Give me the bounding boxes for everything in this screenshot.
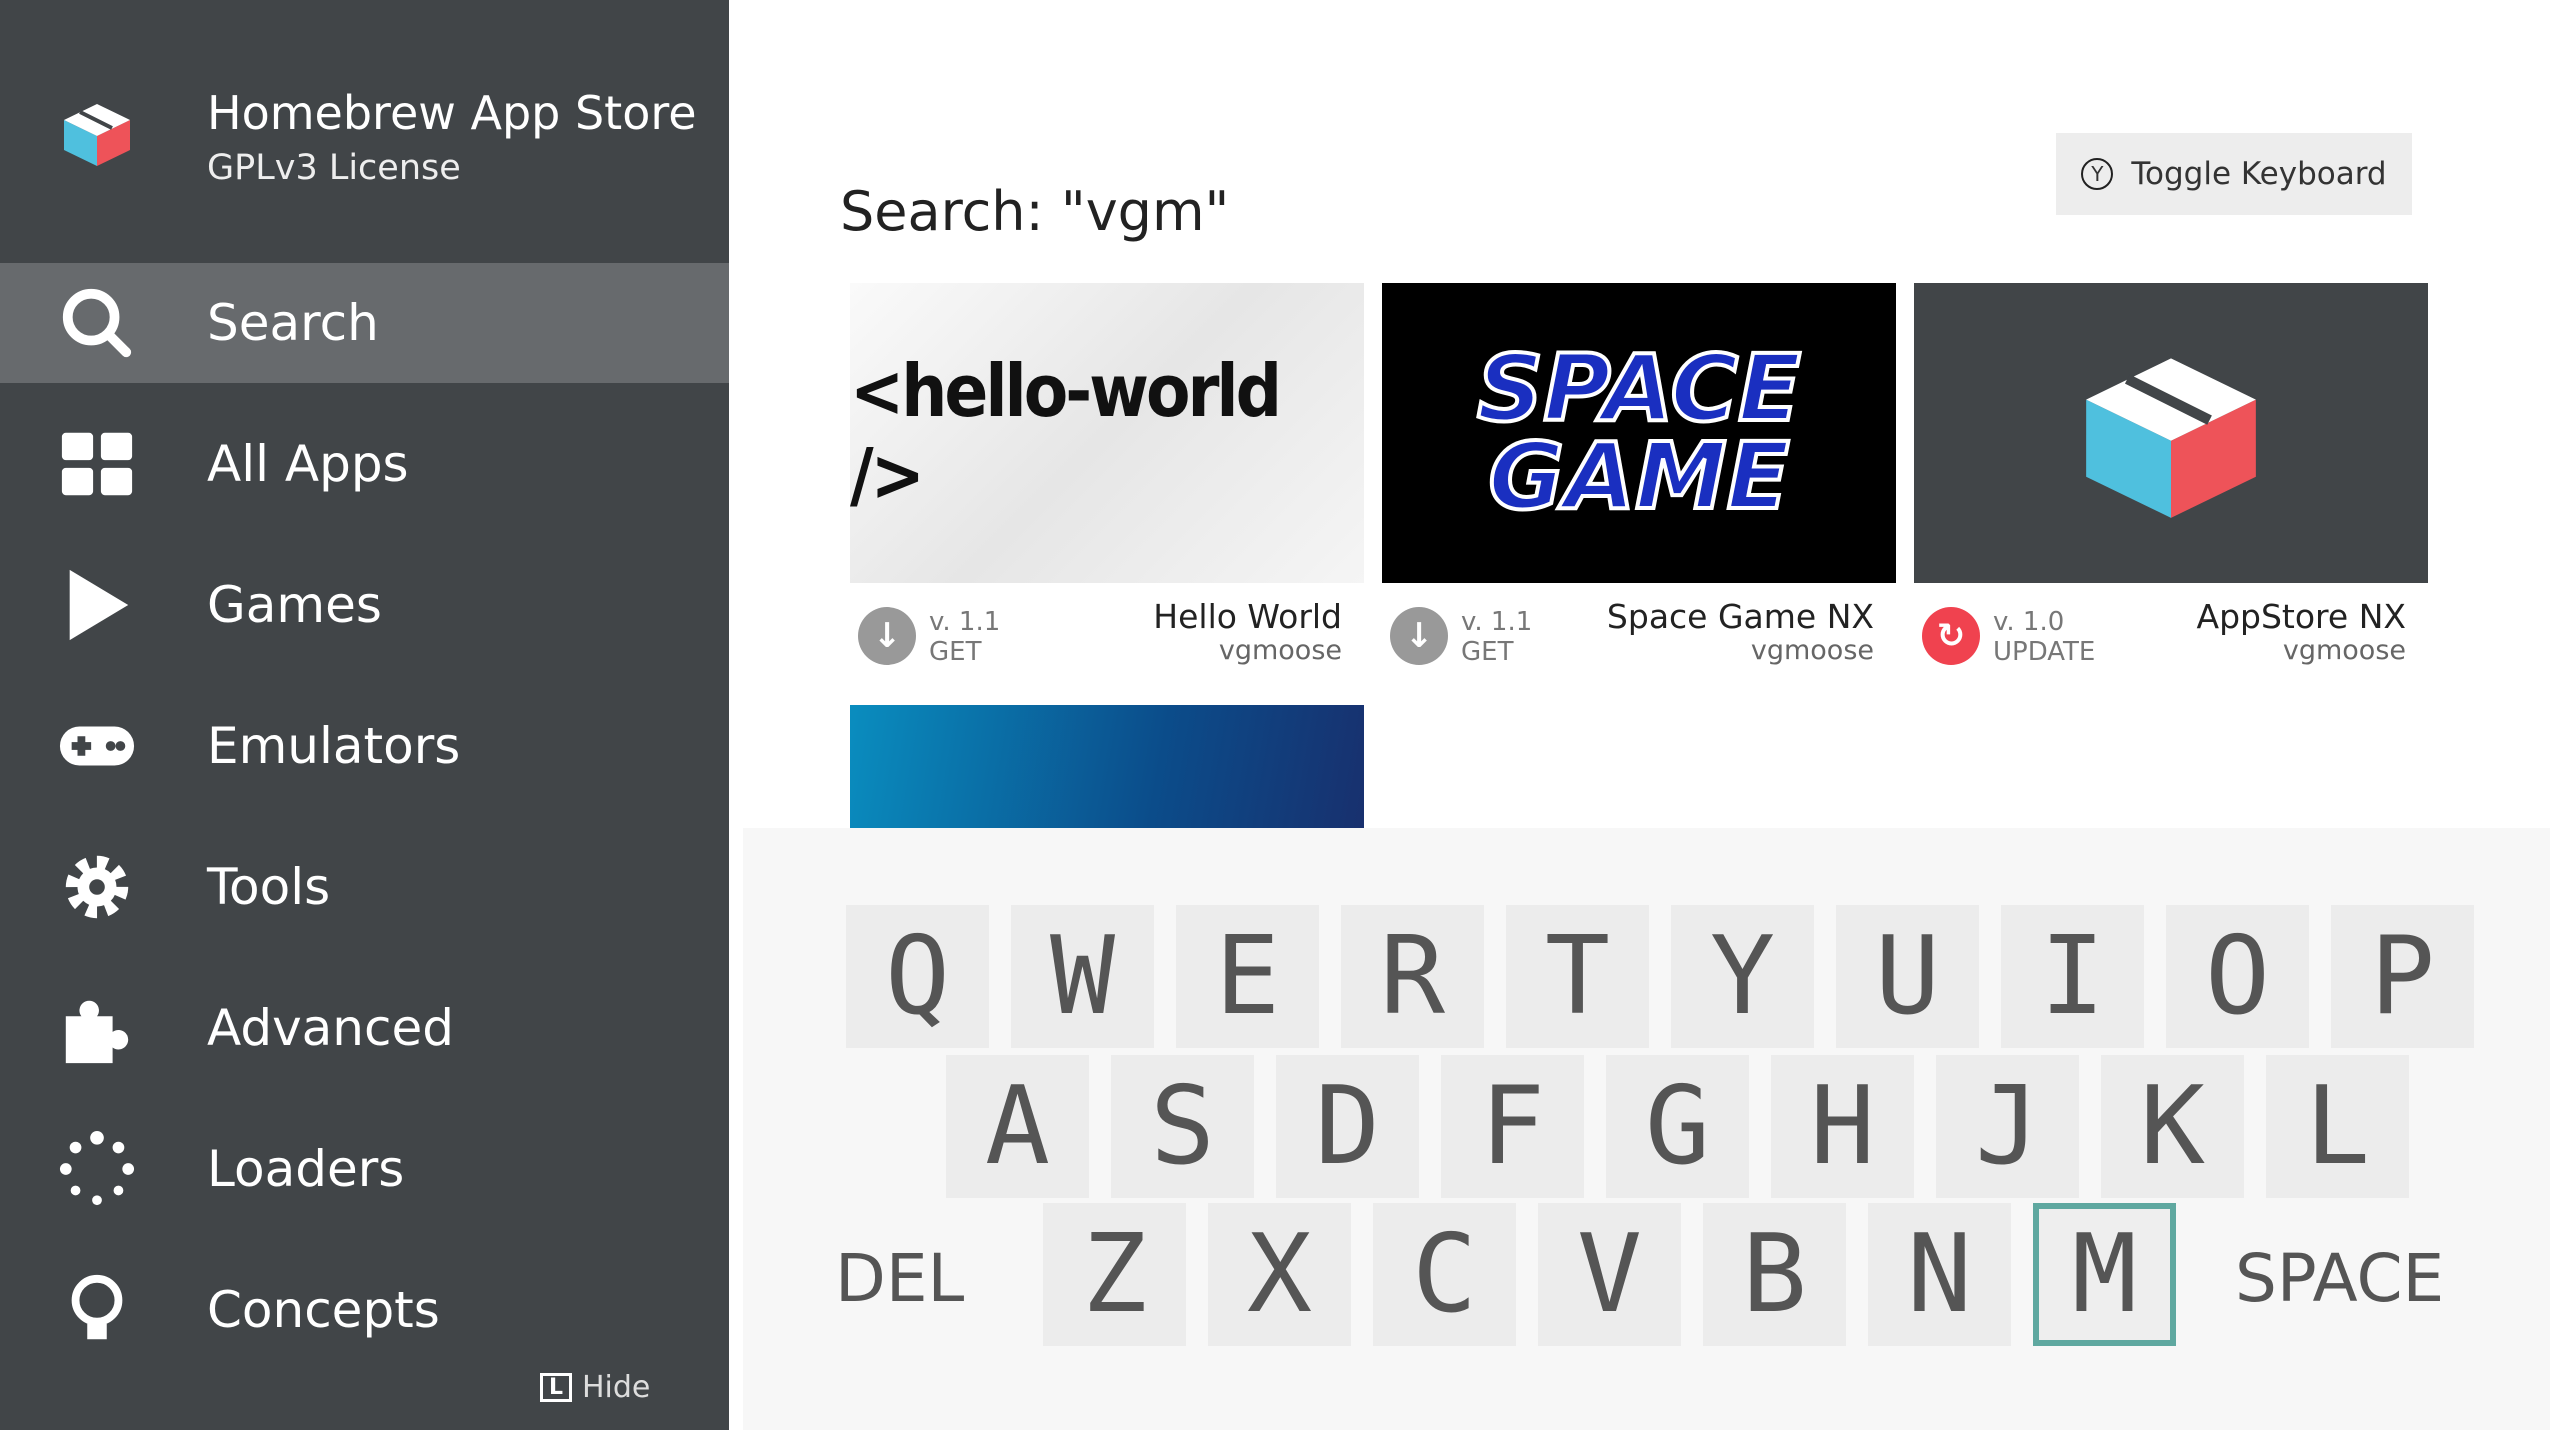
sidebar-item-search[interactable]: Search [0,263,729,383]
key-z[interactable]: Z [1043,1203,1186,1346]
app-logo-icon [64,104,130,166]
play-icon [69,569,129,641]
thumbnail-text: SPACE GAME [1475,335,1803,530]
sidebar-item-emulators[interactable]: Emulators [0,686,729,806]
sidebar-item-label: Concepts [207,1281,440,1339]
app-name: AppStore NX [2196,597,2406,636]
gear-icon [65,855,129,919]
app-version: v. 1.1 [929,607,1001,637]
app-title: Homebrew App Store [207,86,697,140]
sidebar-item-label: Search [207,294,379,352]
app-name: Space Game NX [1606,597,1874,636]
sidebar-item-tools[interactable]: Tools [0,827,729,947]
key-p[interactable]: P [2331,905,2474,1048]
update-icon: ↻ [1922,607,1980,665]
download-icon: ↓ [1390,607,1448,665]
appstore-logo-icon [2086,358,2256,518]
sidebar-item-label: Games [207,576,382,634]
key-u[interactable]: U [1836,905,1979,1048]
sidebar-item-label: All Apps [207,435,409,493]
thumbnail-text: <hello-world /> [850,349,1282,517]
key-e[interactable]: E [1176,905,1319,1048]
key-g[interactable]: G [1606,1055,1749,1198]
app-version: v. 1.1 [1461,607,1533,637]
sidebar-item-loaders[interactable]: Loaders [0,1109,729,1229]
key-s[interactable]: S [1111,1055,1254,1198]
app-thumbnail: <hello-world /> [850,283,1364,583]
app-card-partial[interactable] [850,705,1364,828]
toggle-keyboard-button[interactable]: Y Toggle Keyboard [2056,133,2412,215]
download-icon: ↓ [858,607,916,665]
on-screen-keyboard: Q W E R T Y U I O P A S D F G H J K L Z X C V B N M DEL SPACE [743,828,2550,1430]
key-l[interactable]: L [2266,1055,2409,1198]
gamepad-icon [59,726,135,766]
key-r[interactable]: R [1341,905,1484,1048]
app-version: v. 1.0 [1993,607,2065,637]
toggle-keyboard-label: Toggle Keyboard [2131,156,2387,192]
hide-label: Hide [582,1370,651,1405]
app-author: vgmoose [1218,635,1342,666]
search-icon [62,288,132,358]
sidebar-item-all-apps[interactable]: All Apps [0,404,729,524]
loader-icon [59,1130,135,1206]
sidebar: Homebrew App Store GPLv3 License Search … [0,0,729,1430]
app-author: vgmoose [1750,635,1874,666]
page-title: Search: "vgm" [840,180,1230,243]
key-f[interactable]: F [1441,1055,1584,1198]
sidebar-item-concepts[interactable]: Concepts [0,1250,729,1370]
app-action: GET [1461,637,1514,667]
app-action: GET [929,637,982,667]
puzzle-icon [65,1000,129,1064]
key-w[interactable]: W [1011,905,1154,1048]
lightbulb-icon [71,1274,123,1340]
key-b[interactable]: B [1703,1203,1846,1346]
app-name: Hello World [1153,597,1342,636]
key-space[interactable]: SPACE [2235,1240,2444,1317]
key-i[interactable]: I [2001,905,2144,1048]
key-t[interactable]: T [1506,905,1649,1048]
key-v[interactable]: V [1538,1203,1681,1346]
app-thumbnail: SPACE GAME [1382,283,1896,583]
app-action: UPDATE [1993,637,2096,667]
app-card-space-game[interactable]: SPACE GAME ↓ v. 1.1 GET Space Game NX vgm… [1382,283,1896,673]
key-x[interactable]: X [1208,1203,1351,1346]
key-h[interactable]: H [1771,1055,1914,1198]
sidebar-item-label: Emulators [207,717,461,775]
key-n[interactable]: N [1868,1203,2011,1346]
sidebar-item-games[interactable]: Games [0,545,729,665]
sidebar-item-label: Tools [207,858,331,916]
key-delete[interactable]: DEL [835,1240,964,1317]
sidebar-item-label: Loaders [207,1140,405,1198]
grid-icon [61,432,133,496]
key-k[interactable]: K [2101,1055,2244,1198]
key-a[interactable]: A [946,1055,1089,1198]
app-author: vgmoose [2282,635,2406,666]
key-c[interactable]: C [1373,1203,1516,1346]
app-card-hello-world[interactable]: <hello-world /> ↓ v. 1.1 GET Hello World … [850,283,1364,673]
sidebar-item-advanced[interactable]: Advanced [0,968,729,1088]
key-y[interactable]: Y [1671,905,1814,1048]
key-j[interactable]: J [1936,1055,2079,1198]
app-license: GPLv3 License [207,148,461,188]
app-thumbnail [1914,283,2428,583]
key-q[interactable]: Q [846,905,989,1048]
hide-sidebar-button[interactable]: L Hide [540,1370,650,1405]
key-d[interactable]: D [1276,1055,1419,1198]
key-o[interactable]: O [2166,905,2309,1048]
app-card-appstore-nx[interactable]: ↻ v. 1.0 UPDATE AppStore NX vgmoose [1914,283,2428,673]
sidebar-item-label: Advanced [207,999,454,1057]
key-m[interactable]: M [2033,1203,2176,1346]
l-button-icon: L [540,1373,572,1402]
y-button-icon: Y [2081,158,2114,190]
